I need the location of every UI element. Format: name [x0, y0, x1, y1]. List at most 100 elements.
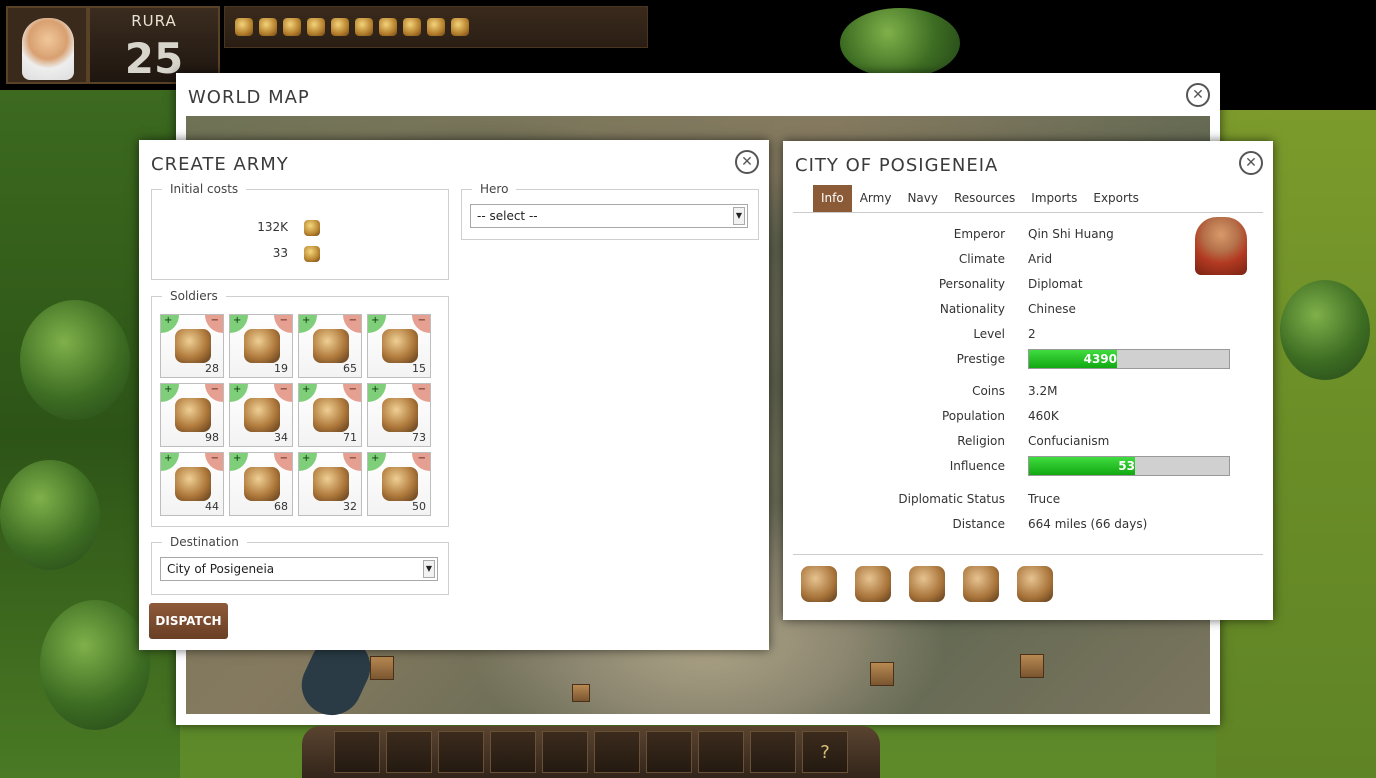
soldier-unit[interactable]: + −73 — [367, 383, 431, 447]
tab-divider — [793, 212, 1263, 213]
tab-army[interactable]: Army — [852, 185, 900, 212]
info-label: Diplomatic Status — [898, 492, 1005, 506]
create-army-title: CREATE ARMY — [151, 154, 289, 175]
menu-slot-button[interactable] — [490, 731, 536, 773]
ingot-icon — [451, 18, 469, 36]
info-row: Distance 664 miles (66 days) — [783, 517, 1273, 533]
city-marker-icon[interactable] — [870, 662, 894, 686]
soldier-unit[interactable]: + −19 — [229, 314, 293, 378]
add-unit-button[interactable]: + — [230, 384, 248, 402]
hammer-icon — [175, 329, 211, 363]
info-value: Arid — [1028, 252, 1053, 266]
coins-icon — [304, 220, 320, 236]
soldier-unit[interactable]: + −15 — [367, 314, 431, 378]
caravan-icon[interactable] — [855, 566, 891, 602]
hero-select-value: -- select -- — [477, 209, 538, 223]
add-unit-button[interactable]: + — [299, 453, 317, 471]
menu-slot-button[interactable] — [750, 731, 796, 773]
destination-select[interactable]: City of Posigeneia ▼ — [160, 557, 438, 581]
player-name: RURA — [131, 12, 177, 30]
soldier-unit[interactable]: + −32 — [298, 452, 362, 516]
info-value: Truce — [1028, 492, 1061, 506]
spy-icon[interactable] — [909, 566, 945, 602]
menu-slot-button[interactable] — [594, 731, 640, 773]
unit-count: 65 — [343, 362, 357, 375]
chevron-down-icon[interactable]: ▼ — [423, 560, 435, 578]
soldier-unit[interactable]: + −98 — [160, 383, 224, 447]
info-row: Population 460K — [783, 409, 1273, 425]
dispatch-button[interactable]: DISPATCH — [149, 603, 228, 639]
add-unit-button[interactable]: + — [230, 315, 248, 333]
info-label: Coins — [972, 384, 1005, 398]
add-unit-button[interactable]: + — [368, 384, 386, 402]
kite-shield-icon — [382, 398, 418, 432]
crossed-swords-icon — [244, 398, 280, 432]
city-marker-icon[interactable] — [1020, 654, 1044, 678]
village-marker-icon[interactable] — [572, 684, 590, 702]
info-row: Nationality Chinese — [783, 302, 1273, 318]
add-unit-button[interactable]: + — [161, 453, 179, 471]
unit-count: 50 — [412, 500, 426, 513]
initial-costs-legend: Initial costs — [170, 182, 239, 196]
city-tabs: Info Army Navy Resources Imports Exports — [813, 185, 1147, 212]
tab-navy[interactable]: Navy — [899, 185, 946, 212]
soldier-unit[interactable]: + −34 — [229, 383, 293, 447]
menu-slot-button[interactable] — [438, 731, 484, 773]
menu-slot-button[interactable] — [698, 731, 744, 773]
meat-icon — [355, 18, 373, 36]
add-unit-button[interactable]: + — [368, 315, 386, 333]
menu-slot-button[interactable]: ? — [802, 731, 848, 773]
add-unit-button[interactable]: + — [230, 453, 248, 471]
add-unit-button[interactable]: + — [161, 315, 179, 333]
unit-count: 19 — [274, 362, 288, 375]
player-portrait[interactable] — [6, 6, 88, 84]
tab-imports[interactable]: Imports — [1023, 185, 1085, 212]
city-marker-icon[interactable] — [370, 656, 394, 680]
tab-info[interactable]: Info — [813, 185, 852, 212]
influence-bar: 53 — [1028, 456, 1230, 476]
info-row: Personality Diplomat — [783, 277, 1273, 293]
attack-icon[interactable] — [801, 566, 837, 602]
info-label: Prestige — [956, 352, 1005, 366]
world-map-close-icon[interactable]: ✕ — [1186, 83, 1210, 107]
info-value: 664 miles (66 days) — [1028, 517, 1148, 531]
tree — [40, 600, 150, 730]
city-close-icon[interactable]: ✕ — [1239, 151, 1263, 175]
menu-slot-button[interactable] — [542, 731, 588, 773]
info-row: Prestige 4390 — [783, 349, 1273, 369]
menu-slot-button[interactable] — [334, 731, 380, 773]
add-unit-button[interactable]: + — [368, 453, 386, 471]
add-unit-button[interactable]: + — [299, 315, 317, 333]
action-divider — [793, 554, 1263, 555]
soldier-unit[interactable]: + −50 — [367, 452, 431, 516]
add-unit-button[interactable]: + — [299, 384, 317, 402]
chevron-down-icon[interactable]: ▼ — [733, 207, 745, 225]
unit-count: 73 — [412, 431, 426, 444]
food-sack-icon — [304, 246, 320, 262]
create-army-close-icon[interactable]: ✕ — [735, 150, 759, 174]
avatar — [22, 18, 74, 80]
info-label: Distance — [952, 517, 1005, 531]
hero-select[interactable]: -- select -- ▼ — [470, 204, 748, 228]
unit-count: 28 — [205, 362, 219, 375]
tab-exports[interactable]: Exports — [1085, 185, 1147, 212]
soldier-unit[interactable]: + −28 — [160, 314, 224, 378]
info-value: Chinese — [1028, 302, 1076, 316]
soldier-unit[interactable]: + −68 — [229, 452, 293, 516]
soldier-unit[interactable]: + −71 — [298, 383, 362, 447]
soldier-unit[interactable]: + −44 — [160, 452, 224, 516]
info-label: Nationality — [939, 302, 1005, 316]
tools-icon — [307, 18, 325, 36]
info-label: Population — [941, 409, 1005, 423]
wood-icon — [259, 18, 277, 36]
menu-slot-button[interactable] — [386, 731, 432, 773]
add-unit-button[interactable]: + — [161, 384, 179, 402]
diplomacy-icon[interactable] — [963, 566, 999, 602]
info-label: Emperor — [953, 227, 1005, 241]
tab-resources[interactable]: Resources — [946, 185, 1023, 212]
hammer-icon — [427, 18, 445, 36]
info-value: 2 — [1028, 327, 1036, 341]
fist-icon[interactable] — [1017, 566, 1053, 602]
soldier-unit[interactable]: + −65 — [298, 314, 362, 378]
menu-slot-button[interactable] — [646, 731, 692, 773]
